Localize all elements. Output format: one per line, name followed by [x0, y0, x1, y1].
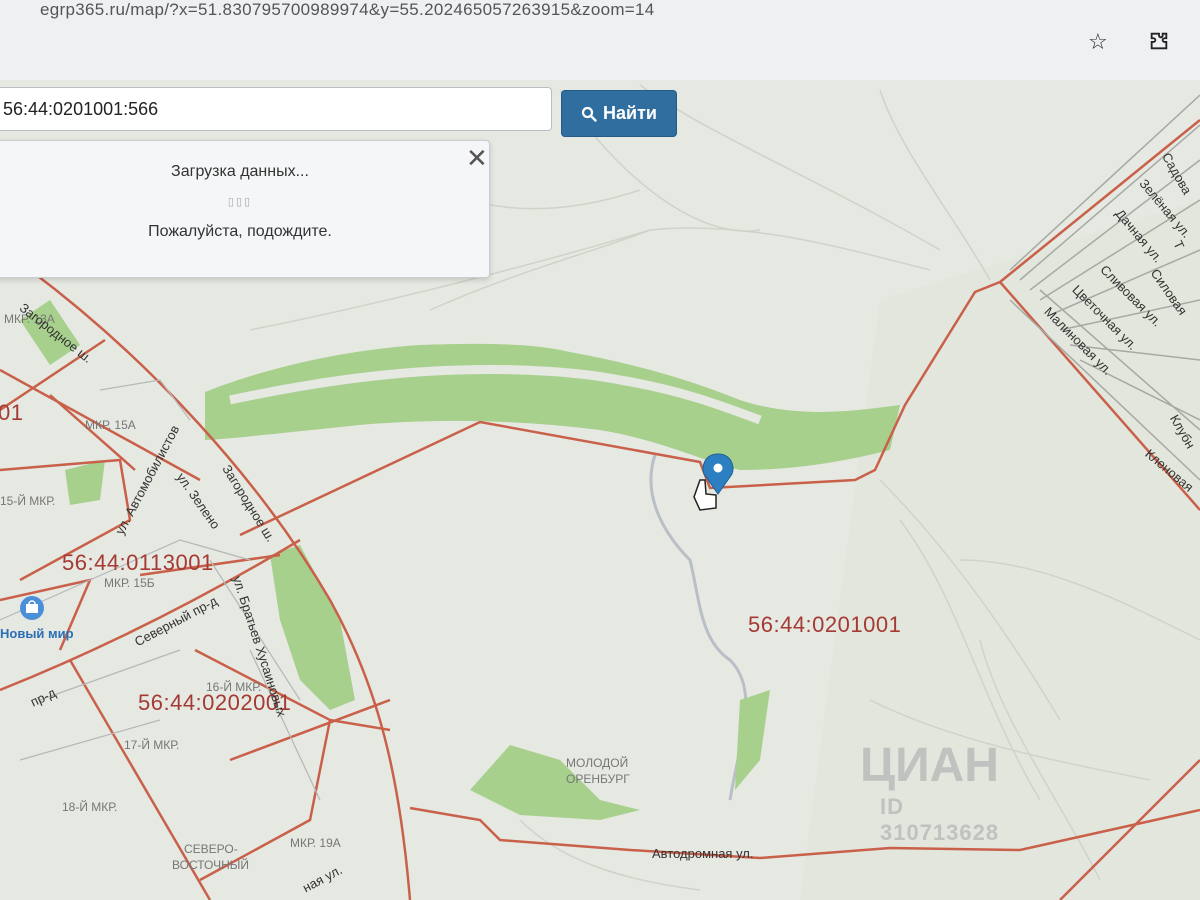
loading-dialog: Загрузка данных... ▯▯▯ Пожалуйста, подож…	[0, 140, 490, 278]
poi-label[interactable]: Новый мир	[0, 626, 74, 641]
loading-indicator: ▯▯▯	[227, 195, 253, 208]
star-icon[interactable]: ☆	[1088, 30, 1108, 55]
close-icon[interactable]: ✕	[466, 146, 488, 172]
area-label: МОЛОДОЙ	[566, 756, 629, 770]
area-label: ОРЕНБУРГ	[566, 772, 630, 786]
search-button[interactable]: Найти	[561, 90, 677, 137]
cadastral-label-0113001: 56:44:0113001	[62, 550, 214, 575]
district-label: 15-Й МКР.	[0, 494, 56, 508]
district-label: МКР. 19А	[290, 836, 341, 850]
watermark-id: ID 310713628	[880, 794, 1000, 845]
street-label: Автодромная ул.	[652, 846, 754, 861]
loading-title: Загрузка данных...	[171, 163, 309, 180]
district-label: 16-Й МКР.	[206, 680, 262, 694]
cadastral-label-0201001: 56:44:0201001	[748, 612, 902, 637]
shopping-bag-icon[interactable]	[20, 596, 44, 620]
browser-toolbar: egrp365.ru/map/?x=51.830795700989974&y=5…	[0, 0, 1200, 81]
address-bar[interactable]: egrp365.ru/map/?x=51.830795700989974&y=5…	[40, 0, 655, 20]
search-icon	[581, 106, 597, 122]
search-button-label: Найти	[603, 103, 657, 123]
district-label: МКР. 15А	[85, 418, 136, 432]
watermark-logo: ЦИАН	[860, 739, 999, 792]
district-label: СЕВЕРО-	[184, 842, 238, 856]
cadastral-label-fragment: 01	[0, 400, 24, 425]
district-label: 17-Й МКР.	[124, 738, 180, 752]
cadastral-search-input[interactable]	[0, 87, 552, 131]
district-label: 18-Й МКР.	[62, 800, 118, 814]
district-label: МКР. 15Б	[104, 576, 155, 590]
loading-message: Пожалуйста, подождите.	[148, 223, 332, 240]
district-label: ВОСТОЧНЫЙ	[172, 858, 249, 872]
puzzle-icon[interactable]	[1148, 30, 1170, 52]
